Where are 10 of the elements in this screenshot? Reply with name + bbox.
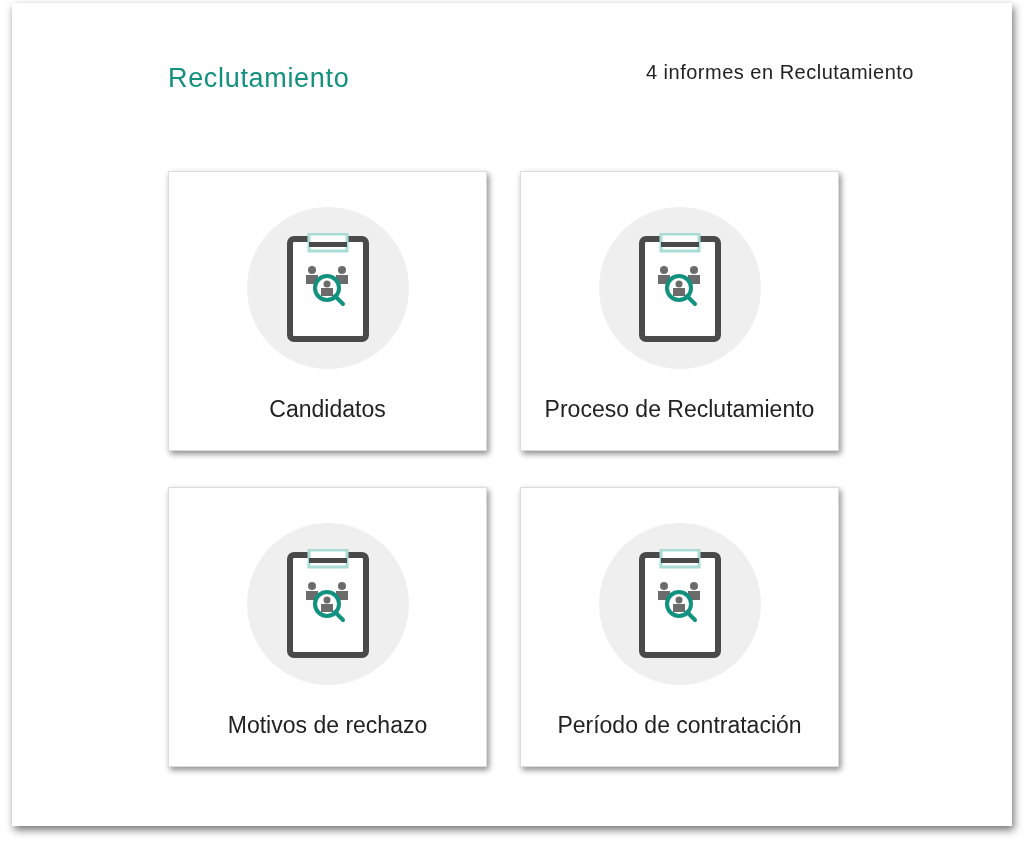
report-card[interactable]: Candidatos (168, 170, 487, 451)
report-card[interactable]: Período de contratación (520, 486, 839, 767)
report-card[interactable]: Motivos de rechazo (168, 486, 487, 767)
report-card[interactable]: Proceso de Reclutamiento (520, 170, 839, 451)
clipboard-search-icon (286, 548, 369, 659)
clipboard-search-icon (638, 548, 721, 659)
report-count: 4 informes en Reclutamiento (645, 60, 914, 85)
section-title: Reclutamiento (168, 62, 350, 95)
clipboard-search-icon (286, 232, 369, 343)
clipboard-search-icon (638, 232, 721, 343)
